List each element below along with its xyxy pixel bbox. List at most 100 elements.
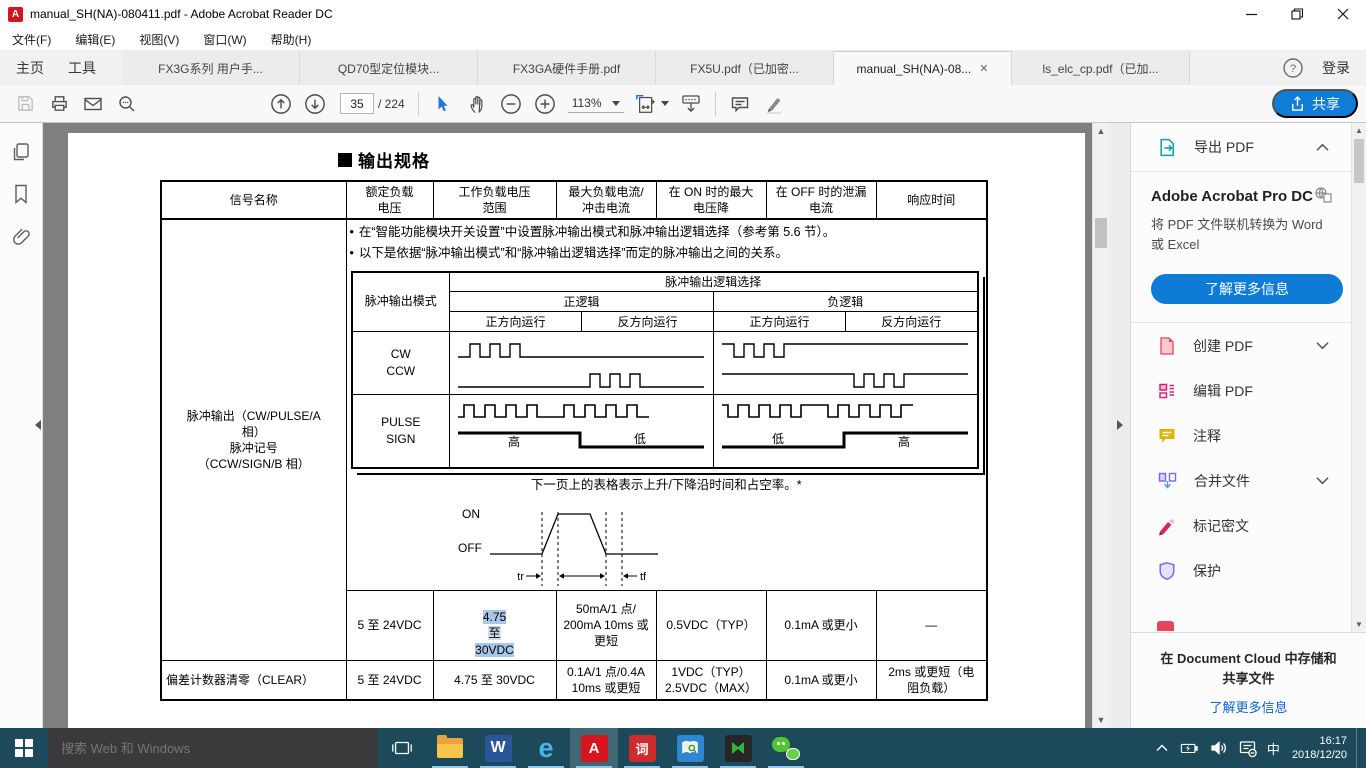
tab-tools[interactable]: 工具 [56, 51, 108, 85]
menu-view[interactable]: 视图(V) [139, 31, 179, 48]
share-button[interactable]: 共享 [1272, 89, 1358, 118]
menu-edit[interactable]: 编辑(E) [75, 31, 115, 48]
scrollbar-thumb[interactable] [1354, 139, 1364, 183]
zoom-in-icon[interactable] [528, 89, 562, 119]
attachments-icon[interactable] [10, 225, 32, 247]
expand-panel-icon[interactable] [1117, 420, 1123, 430]
export-pdf-icon [1157, 137, 1178, 158]
search-input[interactable] [48, 741, 378, 756]
menu-window[interactable]: 窗口(W) [203, 31, 246, 48]
header-voltage-range: 工作负载电压 范围 [433, 181, 556, 219]
close-button[interactable] [1320, 0, 1366, 28]
comment-icon[interactable] [723, 89, 757, 119]
scroll-up-icon[interactable]: ▲ [1352, 123, 1366, 138]
menu-help[interactable]: 帮助(H) [271, 31, 312, 48]
combine-files-icon [1157, 471, 1178, 491]
chevron-up-icon [1316, 143, 1329, 152]
taskbar-acrobat-active[interactable]: A [570, 728, 618, 768]
taskbar-word[interactable]: W [474, 728, 522, 768]
tool-protect[interactable]: 保护 [1131, 548, 1351, 593]
promo-title: Adobe Acrobat Pro DC [1151, 188, 1331, 205]
footer-learn-more-link[interactable]: 了解更多信息 [1209, 697, 1287, 716]
section-title: 输出规格 [338, 147, 430, 172]
print-icon[interactable] [42, 89, 76, 119]
document-scrollbar[interactable]: ▲ ▼ [1092, 123, 1109, 728]
scroll-down-icon[interactable]: ▼ [1093, 712, 1109, 728]
tab-bar: 主页 工具 FX3G系列 用户手... QD70型定位模块... FX3GA硬件… [0, 51, 1366, 85]
highlighter-icon[interactable] [757, 89, 791, 119]
previous-page-icon[interactable] [264, 89, 298, 119]
taskbar-file-explorer[interactable] [426, 728, 474, 768]
ime-indicator[interactable]: 中 [1267, 739, 1280, 758]
email-icon[interactable] [76, 89, 110, 119]
svg-text:高: 高 [898, 434, 910, 449]
battery-icon[interactable] [1179, 739, 1200, 757]
help-icon[interactable]: ? [1282, 57, 1304, 79]
svg-text:高: 高 [508, 434, 520, 449]
zoom-level-combo[interactable]: 113% [568, 94, 624, 113]
notification-icon[interactable] [1238, 739, 1258, 758]
page-thumbnails-icon[interactable] [10, 141, 32, 163]
doc-tab-3[interactable]: FX3GA硬件手册.pdf [478, 51, 656, 85]
tool-comment[interactable]: 注释 [1131, 413, 1351, 458]
tools-panel-grip[interactable] [1109, 123, 1130, 728]
main-toolbar: 35 / 224 113% [0, 85, 1366, 123]
tab-home[interactable]: 主页 [4, 51, 56, 85]
scroll-down-icon[interactable]: ▼ [1352, 617, 1366, 632]
document-area[interactable]: 输出规格 信号名称 额定负载 电压 工作负载电压 范围 最大负载电流/ 冲击电流… [43, 123, 1130, 728]
collapse-panel-icon[interactable] [35, 420, 41, 430]
taskbar-green-app[interactable] [714, 728, 762, 768]
taskbar-search[interactable] [48, 728, 378, 768]
sign-in-button[interactable]: 登录 [1322, 58, 1350, 78]
taskbar-edge[interactable]: e [522, 728, 570, 768]
doc-tab-2[interactable]: QD70型定位模块... [300, 51, 478, 85]
panel-scrollbar[interactable]: ▲ ▼ [1351, 123, 1366, 632]
search-icon[interactable] [110, 89, 144, 119]
task-view-button[interactable] [378, 728, 426, 768]
next-page-icon[interactable] [298, 89, 332, 119]
timing-diagram: ON OFF [438, 496, 984, 588]
taskbar-red-app[interactable]: 词 [618, 728, 666, 768]
select-tool-icon[interactable] [426, 89, 460, 119]
tool-edit-pdf[interactable]: 编辑 PDF [1131, 368, 1351, 413]
red-app-icon: 词 [629, 735, 656, 762]
show-desktop-button[interactable] [1356, 728, 1360, 768]
doc-tab-active[interactable]: manual_SH(NA)-08... ✕ [834, 51, 1012, 85]
tool-export-pdf[interactable]: 导出 PDF [1131, 123, 1351, 171]
bookmarks-icon[interactable] [11, 183, 31, 205]
taskbar-wechat[interactable] [762, 728, 810, 768]
svg-text:tr: tr [517, 571, 524, 583]
pulse-voltage-range: 4.75 至 30VDC [433, 591, 556, 661]
doc-tab-1[interactable]: FX3G系列 用户手... [122, 51, 300, 85]
taskbar-clock[interactable]: 16:17 2018/12/20 [1292, 734, 1347, 763]
start-button[interactable] [0, 728, 48, 768]
taskbar-dictionary[interactable] [666, 728, 714, 768]
left-navigation-rail [0, 123, 43, 728]
scrollbar-thumb[interactable] [1095, 218, 1107, 248]
window-title: manual_SH(NA)-080411.pdf - Adobe Acrobat… [30, 7, 333, 21]
zoom-out-icon[interactable] [494, 89, 528, 119]
page-number-input[interactable]: 35 [340, 93, 374, 114]
clear-voltage-range: 4.75 至 30VDC [433, 660, 556, 700]
tab-close-icon[interactable]: ✕ [979, 62, 988, 75]
menu-file[interactable]: 文件(F) [12, 31, 51, 48]
tool-create-pdf[interactable]: 创建 PDF [1131, 323, 1351, 368]
restore-button[interactable] [1274, 0, 1320, 28]
page-display-icon[interactable] [674, 89, 708, 119]
doc-tab-6[interactable]: ls_elc_cp.pdf（已加... [1012, 51, 1190, 85]
fit-width-icon[interactable] [630, 89, 674, 119]
learn-more-button[interactable]: 了解更多信息 [1151, 274, 1343, 304]
tool-combine-files[interactable]: 合并文件 [1131, 458, 1351, 503]
edge-icon: e [538, 735, 553, 762]
minimize-button[interactable] [1228, 0, 1274, 28]
volume-icon[interactable] [1209, 739, 1229, 757]
partial-tool-icon [1157, 621, 1174, 631]
tool-redact[interactable]: 标记密文 [1131, 503, 1351, 548]
header-max-current: 最大负载电流/ 冲击电流 [556, 181, 656, 219]
tray-expand-icon[interactable] [1154, 742, 1170, 754]
task-view-icon [391, 738, 413, 758]
doc-tab-4[interactable]: FX5U.pdf（已加密... [656, 51, 834, 85]
scroll-up-icon[interactable]: ▲ [1093, 123, 1109, 139]
hand-tool-icon[interactable] [460, 89, 494, 119]
save-icon[interactable] [8, 89, 42, 119]
